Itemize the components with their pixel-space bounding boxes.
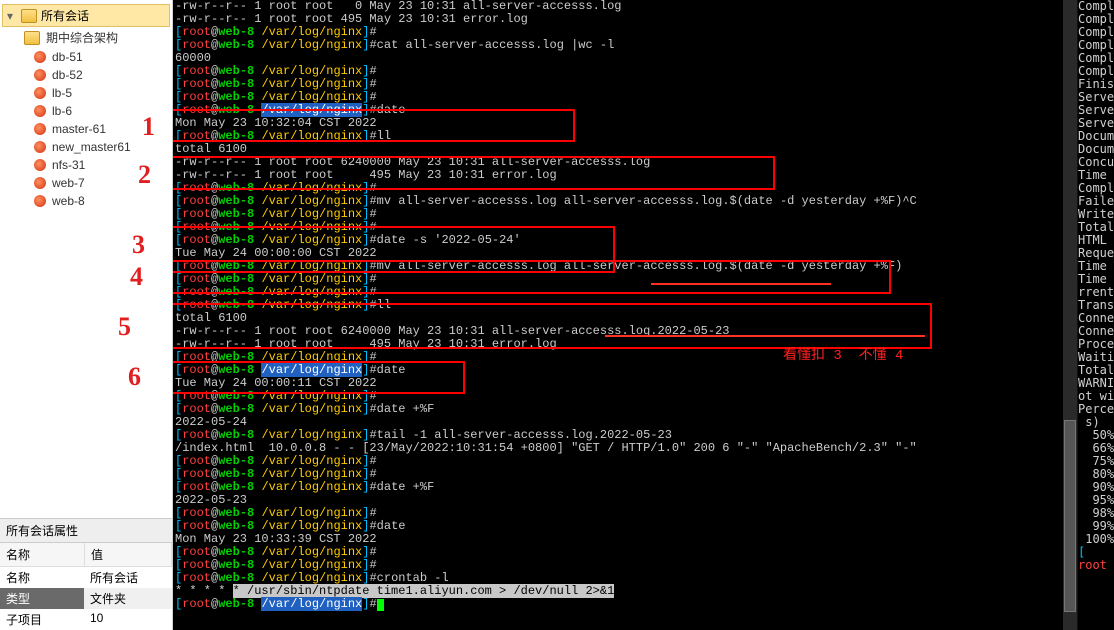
tree-session-new-master61[interactable]: new_master61 [2,138,170,156]
properties-panel-title: 所有会话属性 [0,518,172,542]
terminal-line: [root@web-8 /var/log/nginx]#cat all-serv… [175,39,1075,52]
scrollbar-thumb[interactable] [1064,420,1076,612]
terminal-scrollbar[interactable] [1063,0,1077,630]
tree-session-db-51[interactable]: db-51 [2,48,170,66]
terminal-line: [root@web-8 /var/log/nginx]#date +%F [175,481,1075,494]
folder-icon [21,9,37,23]
terminal-line: [root@web-8 /var/log/nginx]# [175,598,1075,611]
tree-folder-project[interactable]: 期中综合架构 [2,27,170,48]
terminal-icon [34,87,46,99]
property-row: 类型文件夹 [0,588,172,609]
tree-session-master-61[interactable]: master-61 [2,120,170,138]
terminal-line: [root@web-8 /var/log/nginx]#date +%F [175,403,1075,416]
tree-item-label: lb-6 [52,104,72,118]
tree-session-lb-6[interactable]: lb-6 [2,102,170,120]
properties-header-value: 值 [85,543,172,566]
tree-item-label: new_master61 [52,140,131,154]
tree-item-label: web-8 [52,194,85,208]
tree-session-web-8[interactable]: web-8 [2,192,170,210]
terminal-icon [34,177,46,189]
terminal-output[interactable]: -rw-r--r-- 1 root root 0 May 23 10:31 al… [173,0,1077,630]
tree-session-web-7[interactable]: web-7 [2,174,170,192]
property-row: 子项目10 [0,609,172,630]
terminal-icon [34,195,46,207]
session-tree: ▾ 所有会话 期中综合架构 db-51 db-52 lb-5 lb-6 mast… [0,0,172,518]
tree-item-label: nfs-31 [52,158,85,172]
terminal-line: [root@web-8 /var/log/nginx]#ll [175,299,1075,312]
terminal-icon [34,141,46,153]
terminal-icon [34,159,46,171]
tree-item-label: master-61 [52,122,106,136]
tree-item-label: db-52 [52,68,83,82]
tree-session-lb-5[interactable]: lb-5 [2,84,170,102]
properties-header-key: 名称 [0,543,85,566]
terminal-line: [root@web-8 /var/log/nginx]#ll [175,130,1075,143]
tree-session-db-52[interactable]: db-52 [2,66,170,84]
sessions-sidebar: ▾ 所有会话 期中综合架构 db-51 db-52 lb-5 lb-6 mast… [0,0,173,630]
terminal-icon [34,105,46,117]
terminal-icon [34,69,46,81]
tree-item-label: db-51 [52,50,83,64]
adjacent-terminal-strip: ComplComplComplComplComplComplFinisServe… [1077,0,1114,630]
tree-folder-label: 期中综合架构 [46,29,118,46]
collapse-icon: ▾ [7,9,17,23]
properties-table: 名称 值 名称所有会话 类型文件夹 子项目10 [0,542,172,630]
folder-icon [24,31,40,45]
terminal-icon [34,123,46,135]
tree-session-nfs-31[interactable]: nfs-31 [2,156,170,174]
tree-root-label: 所有会话 [41,7,89,24]
tree-root-all-sessions[interactable]: ▾ 所有会话 [2,4,170,27]
property-row: 名称所有会话 [0,567,172,588]
tree-item-label: lb-5 [52,86,72,100]
terminal-icon [34,51,46,63]
tree-item-label: web-7 [52,176,85,190]
